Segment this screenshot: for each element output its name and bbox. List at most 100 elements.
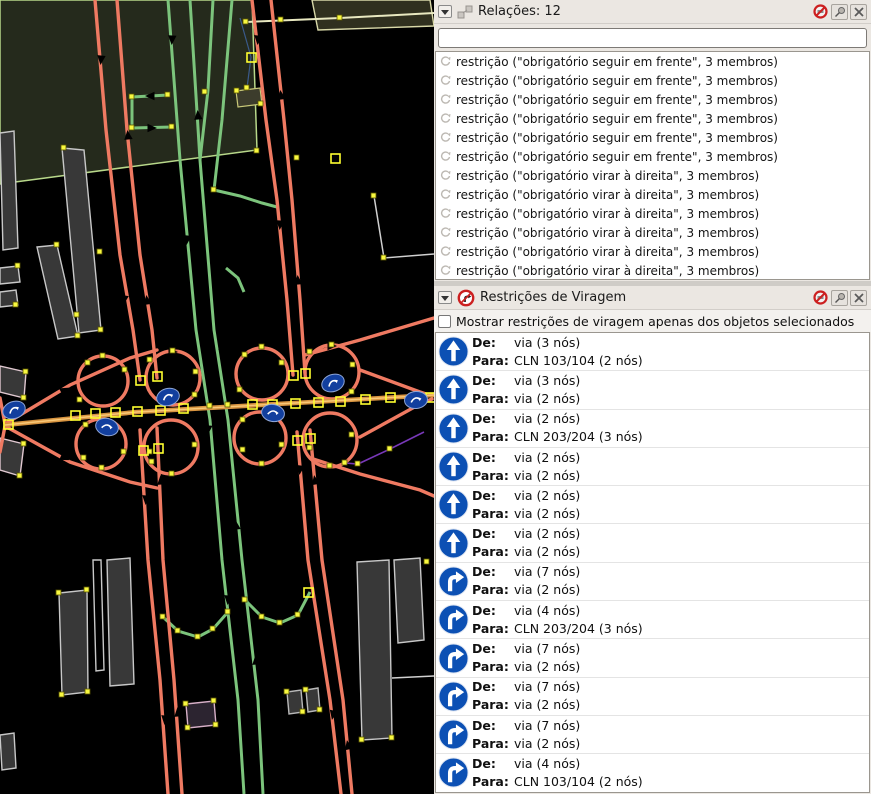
only-right-turn-icon xyxy=(438,757,469,788)
relations-filter-row xyxy=(434,24,871,51)
map-view[interactable] xyxy=(0,0,434,794)
from-value: via (2 nós) xyxy=(514,487,580,505)
relation-list-item[interactable]: restrição ("obrigatório seguir em frente… xyxy=(436,147,869,166)
hide-button[interactable] xyxy=(812,4,829,20)
relation-icon xyxy=(439,131,452,144)
from-value: via (7 nós) xyxy=(514,717,580,735)
relation-item-label: restrição ("obrigatório seguir em frente… xyxy=(456,112,778,126)
to-label: Para: xyxy=(472,352,514,370)
relation-icon xyxy=(439,226,452,239)
turn-restrictions-list[interactable]: De: via (3 nós) Para: CLN 103/104 (2 nós… xyxy=(435,332,870,793)
from-label: De: xyxy=(472,410,514,428)
to-value: CLN 203/204 (3 nós) xyxy=(514,428,643,446)
relation-item-label: restrição ("obrigatório seguir em frente… xyxy=(456,131,778,145)
turn-restrictions-panel-header: Restrições de Viragem xyxy=(434,286,871,310)
to-value: via (2 nós) xyxy=(514,735,580,753)
turn-restriction-item[interactable]: De: via (2 nós) Para: via (2 nós) xyxy=(436,486,869,524)
close-button[interactable] xyxy=(850,4,867,20)
relations-panel-header: Relações: 12 xyxy=(434,0,871,24)
from-value: via (2 nós) xyxy=(514,525,580,543)
to-label: Para: xyxy=(472,581,514,599)
to-label: Para: xyxy=(472,428,514,446)
side-panels: Relações: 12 xyxy=(434,0,871,794)
relation-list-item[interactable]: restrição ("obrigatório virar à direita"… xyxy=(436,166,869,185)
from-value: via (2 nós) xyxy=(514,410,580,428)
relation-item-label: restrição ("obrigatório seguir em frente… xyxy=(456,93,778,107)
from-value: via (3 nós) xyxy=(514,334,580,352)
from-value: via (4 nós) xyxy=(514,602,580,620)
relation-list-item[interactable]: restrição ("obrigatório seguir em frente… xyxy=(436,128,869,147)
from-value: via (7 nós) xyxy=(514,563,580,581)
to-label: Para: xyxy=(472,696,514,714)
from-label: De: xyxy=(472,678,514,696)
to-label: Para: xyxy=(472,467,514,485)
relation-list-item[interactable]: restrição ("obrigatório seguir em frente… xyxy=(436,52,869,71)
relations-filter-input[interactable] xyxy=(438,28,867,48)
relation-list-item[interactable]: restrição ("obrigatório seguir em frente… xyxy=(436,71,869,90)
turn-restriction-item[interactable]: De: via (7 nós) Para: via (2 nós) xyxy=(436,716,869,754)
turn-restriction-item[interactable]: De: via (3 nós) Para: via (2 nós) xyxy=(436,371,869,409)
relation-list-item[interactable]: restrição ("obrigatório virar à direita"… xyxy=(436,261,869,280)
to-label: Para: xyxy=(472,735,514,753)
turn-restriction-item[interactable]: De: via (2 nós) Para: via (2 nós) xyxy=(436,448,869,486)
collapse-arrow-icon[interactable] xyxy=(438,5,452,18)
dock-pin-button[interactable] xyxy=(831,4,848,20)
relation-icon xyxy=(439,55,452,68)
hide-button[interactable] xyxy=(812,290,829,306)
from-label: De: xyxy=(472,717,514,735)
relation-list-item[interactable]: restrição ("obrigatório seguir em frente… xyxy=(436,109,869,128)
turn-restriction-item[interactable]: De: via (7 nós) Para: via (2 nós) xyxy=(436,563,869,601)
relation-list-item[interactable]: restrição ("obrigatório virar à direita"… xyxy=(436,223,869,242)
relations-panel: Relações: 12 xyxy=(434,0,871,281)
relation-item-label: restrição ("obrigatório virar à direita"… xyxy=(456,188,759,202)
no-right-turn-icon xyxy=(457,289,475,307)
turn-restriction-item[interactable]: De: via (2 nós) Para: via (2 nós) xyxy=(436,524,869,562)
relation-list-item[interactable]: restrição ("obrigatório seguir em frente… xyxy=(436,90,869,109)
only-straight-on-icon xyxy=(438,451,469,482)
dock-pin-button[interactable] xyxy=(831,290,848,306)
turn-restriction-item[interactable]: De: via (7 nós) Para: via (2 nós) xyxy=(436,678,869,716)
josm-window: Relações: 12 xyxy=(0,0,871,794)
only-straight-on-icon xyxy=(438,489,469,520)
collapse-arrow-icon[interactable] xyxy=(438,291,452,304)
relation-icon xyxy=(439,150,452,163)
map-canvas[interactable] xyxy=(0,0,434,794)
to-label: Para: xyxy=(472,620,514,638)
to-value: via (2 nós) xyxy=(514,543,580,561)
to-label: Para: xyxy=(472,390,514,408)
relation-item-label: restrição ("obrigatório virar à direita"… xyxy=(456,169,759,183)
turn-restriction-item[interactable]: De: via (7 nós) Para: via (2 nós) xyxy=(436,639,869,677)
turn-restriction-item[interactable]: De: via (4 nós) Para: CLN 203/204 (3 nós… xyxy=(436,601,869,639)
relation-list-item[interactable]: restrição ("obrigatório virar à direita"… xyxy=(436,185,869,204)
from-value: via (7 nós) xyxy=(514,678,580,696)
from-value: via (4 nós) xyxy=(514,755,580,773)
relations-list[interactable]: restrição ("obrigatório seguir em frente… xyxy=(435,51,870,280)
to-value: CLN 103/104 (2 nós) xyxy=(514,352,643,370)
to-value: CLN 203/204 (3 nós) xyxy=(514,620,643,638)
from-label: De: xyxy=(472,602,514,620)
show-selected-only-row: Mostrar restrições de viragem apenas dos… xyxy=(434,310,871,332)
only-straight-on-icon xyxy=(438,336,469,367)
show-selected-only-checkbox[interactable] xyxy=(438,315,451,328)
relation-list-item[interactable]: restrição ("obrigatório virar à direita"… xyxy=(436,242,869,261)
only-right-turn-icon xyxy=(438,719,469,750)
turn-restriction-item[interactable]: De: via (2 nós) Para: CLN 203/204 (3 nós… xyxy=(436,410,869,448)
only-right-turn-icon xyxy=(438,604,469,635)
relation-item-label: restrição ("obrigatório seguir em frente… xyxy=(456,55,778,69)
only-right-turn-icon xyxy=(438,681,469,712)
only-right-turn-icon xyxy=(438,643,469,674)
turn-restriction-item[interactable]: De: via (4 nós) Para: CLN 103/104 (2 nós… xyxy=(436,754,869,792)
close-button[interactable] xyxy=(850,290,867,306)
to-value: CLN 103/104 (2 nós) xyxy=(514,773,643,791)
relation-item-label: restrição ("obrigatório seguir em frente… xyxy=(456,74,778,88)
to-value: via (2 nós) xyxy=(514,581,580,599)
from-label: De: xyxy=(472,525,514,543)
to-label: Para: xyxy=(472,773,514,791)
relation-list-item[interactable]: restrição ("obrigatório virar à direita"… xyxy=(436,204,869,223)
relation-item-label: restrição ("obrigatório virar à direita"… xyxy=(456,245,759,259)
relation-icon xyxy=(439,245,452,258)
to-label: Para: xyxy=(472,543,514,561)
from-label: De: xyxy=(472,640,514,658)
from-value: via (3 nós) xyxy=(514,372,580,390)
turn-restriction-item[interactable]: De: via (3 nós) Para: CLN 103/104 (2 nós… xyxy=(436,333,869,371)
